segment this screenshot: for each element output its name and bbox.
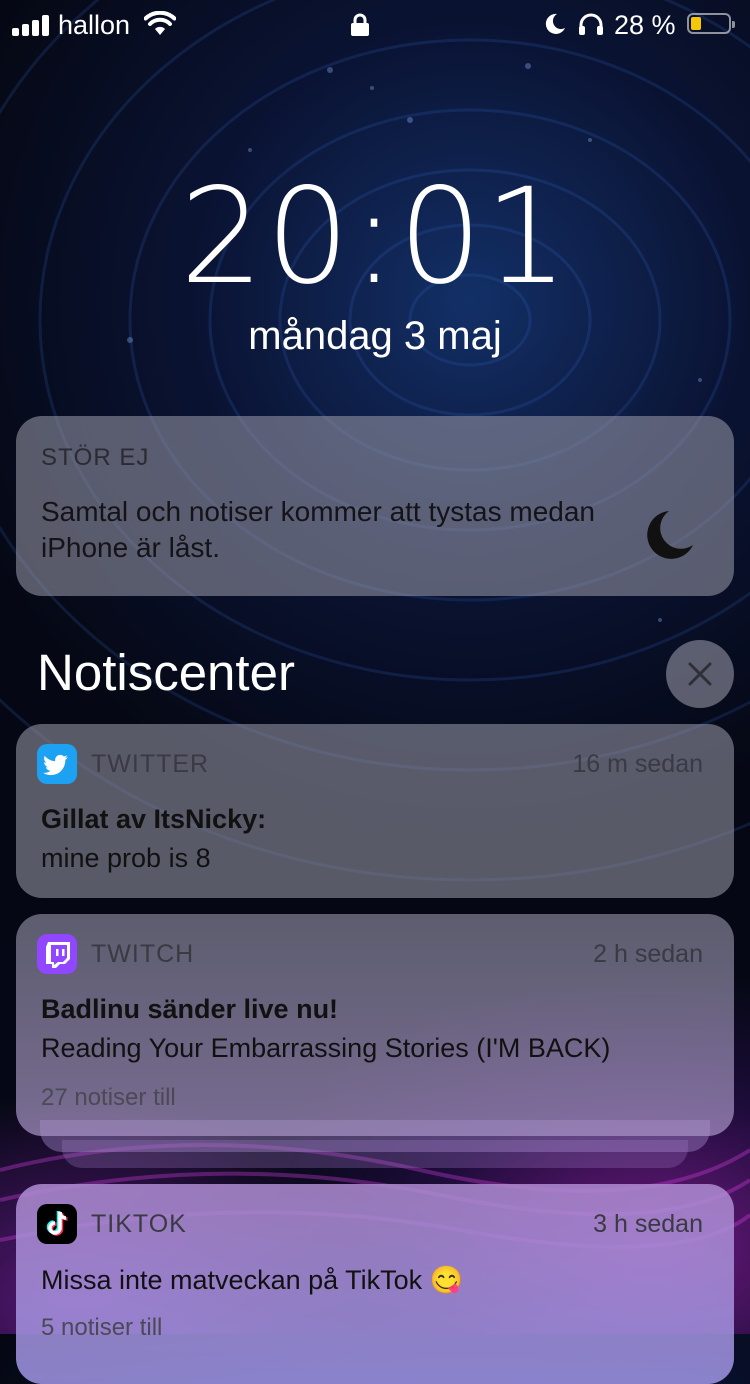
- notification-tiktok[interactable]: TIKTOK 3 h sedan Missa inte matveckan på…: [16, 1184, 734, 1384]
- do-not-disturb-moon-icon: [545, 13, 565, 34]
- carrier-name: hallon: [58, 10, 131, 40]
- notification-time: 2 h sedan: [593, 940, 703, 968]
- notification-twitch[interactable]: TWITCH 2 h sedan Badlinu sänder live nu!…: [16, 914, 734, 1136]
- notification-app-name: TWITCH: [91, 940, 195, 968]
- notification-body: Reading Your Embarrassing Stories (I'M B…: [41, 1033, 611, 1063]
- moon-icon: [647, 511, 693, 559]
- battery-fill: [691, 17, 701, 30]
- close-icon: [688, 662, 712, 686]
- tiktok-app-icon: [37, 1204, 77, 1244]
- more-notifications-count: 27 notiser till: [41, 1084, 176, 1111]
- battery-percentage: 28 %: [614, 10, 676, 40]
- do-not-disturb-banner[interactable]: STÖR EJ Samtal och notiser kommer att ty…: [16, 416, 734, 596]
- wifi-icon: [144, 11, 176, 35]
- notification-headline: Badlinu sänder live nu!: [41, 994, 339, 1024]
- status-bar: hallon 28 %: [0, 0, 750, 50]
- clear-notifications-button[interactable]: [666, 640, 734, 708]
- headphones-icon: [579, 13, 603, 35]
- notification-headline: Gillat av ItsNicky:: [41, 804, 267, 834]
- twitch-app-icon: [37, 934, 77, 974]
- dnd-title: STÖR EJ: [41, 444, 150, 471]
- notification-time: 3 h sedan: [593, 1210, 703, 1238]
- battery-icon: [687, 13, 735, 34]
- lock-screen-date: måndag 3 maj: [248, 314, 502, 358]
- notification-body: Missa inte matveckan på TikTok 😋: [41, 1265, 464, 1295]
- notification-body: mine prob is 8: [41, 843, 211, 873]
- notification-app-name: TIKTOK: [91, 1210, 187, 1238]
- lock-screen-time: 20:01: [179, 160, 571, 314]
- lock-icon: [351, 13, 369, 36]
- notification-center-title: Notiscenter: [37, 644, 295, 701]
- cellular-signal-icon: [12, 14, 52, 36]
- twitter-app-icon: [37, 744, 77, 784]
- notification-time: 16 m sedan: [572, 750, 703, 778]
- more-notifications-count: 5 notiser till: [41, 1314, 163, 1341]
- notification-app-name: TWITTER: [91, 750, 210, 778]
- notification-twitter[interactable]: TWITTER 16 m sedan Gillat av ItsNicky: m…: [16, 724, 734, 898]
- dnd-text: Samtal och notiser kommer att tystas med…: [41, 496, 595, 563]
